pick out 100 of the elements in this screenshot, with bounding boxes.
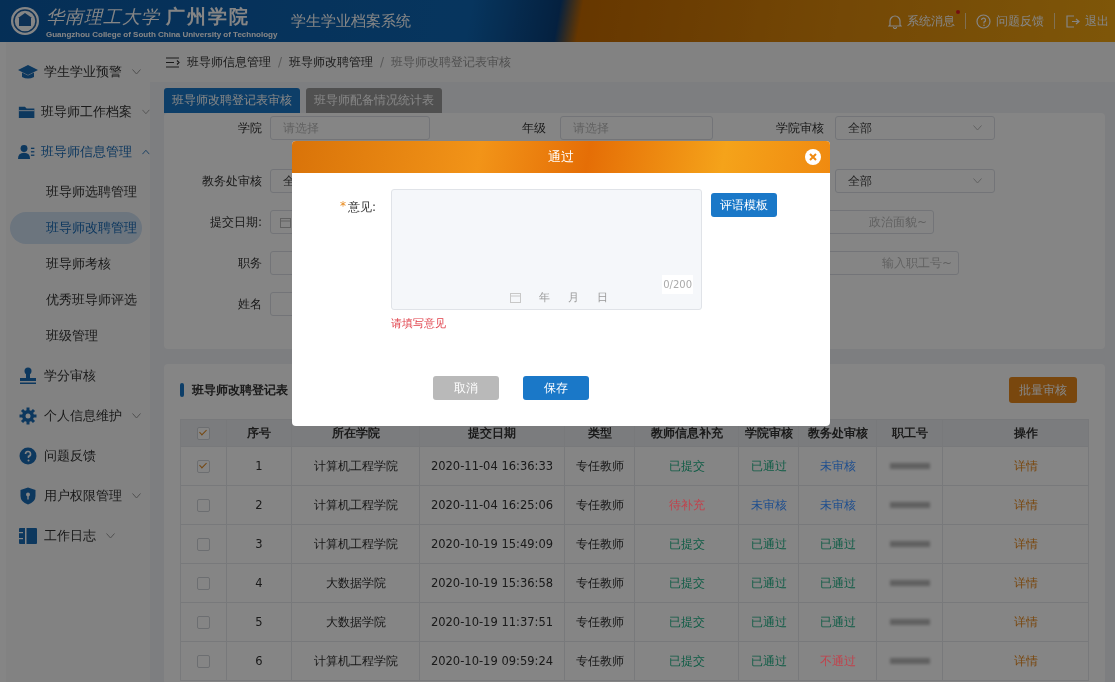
table-cell: 专任教师	[575, 575, 624, 591]
question-icon	[18, 447, 38, 465]
school-english-name: Guangzhou College of South China University of Technology	[46, 29, 278, 39]
table-cell: 大数据学院	[325, 614, 386, 630]
status-text: 未审核	[819, 497, 856, 513]
row-checkbox[interactable]	[197, 615, 210, 629]
select-field[interactable]: 全部	[835, 116, 995, 140]
detail-link[interactable]: 详情	[1013, 653, 1038, 669]
breadcrumb-separator: /	[380, 55, 385, 69]
header-link[interactable]: 退出	[1065, 12, 1109, 30]
table-cell: 1	[255, 459, 263, 473]
row-checkbox[interactable]	[197, 498, 210, 512]
table-cell: 大数据学院	[325, 575, 386, 591]
sidebar-item[interactable]: 班导师信息管理	[6, 132, 150, 172]
header-link[interactable]: 系统消息	[888, 12, 955, 30]
filter-label: 教务处审核	[202, 173, 262, 190]
breadcrumb-link[interactable]: 班导师改聘管理	[289, 53, 374, 71]
status-text: 已通过	[750, 458, 787, 474]
date-unit-text: 日	[597, 290, 608, 305]
status-text: 已通过	[750, 575, 787, 591]
select-field[interactable]: 全部	[835, 169, 995, 193]
cap-icon	[18, 63, 38, 81]
save-button[interactable]: 保存	[523, 376, 589, 400]
sidebar-subitem[interactable]: 班级管理	[10, 320, 142, 352]
sidebar-subitem[interactable]: 优秀班导师评选	[10, 284, 142, 316]
status-text: 已提交	[668, 653, 705, 669]
status-text: 已提交	[668, 458, 705, 474]
sidebar-item[interactable]: 个人信息维护	[6, 396, 150, 436]
row-checkbox[interactable]	[197, 459, 210, 473]
row-checkbox[interactable]	[197, 576, 210, 590]
school-name: 广州学院	[166, 3, 250, 29]
sidebar-item[interactable]: 用户权限管理	[6, 476, 150, 516]
row-checkbox[interactable]	[197, 537, 210, 551]
table-cell: 2020-10-19 09:59:24	[430, 654, 554, 668]
header-link[interactable]: 问题反馈	[976, 12, 1044, 30]
row-checkbox[interactable]	[197, 654, 210, 668]
char-counter: 0/200	[662, 275, 693, 294]
table-cell: 2020-11-04 16:36:33	[430, 459, 554, 473]
field-label: * 意见:	[340, 199, 378, 216]
column-header: 所在学院	[331, 425, 380, 441]
sidebar-subitem[interactable]: 班导师考核	[10, 248, 142, 280]
cancel-button[interactable]: 取消	[433, 376, 499, 400]
status-text: 已通过	[819, 575, 856, 591]
breadcrumb-link[interactable]: 班导师信息管理	[187, 53, 271, 71]
table-cell: 计算机工程学院	[313, 458, 398, 474]
log-icon	[18, 527, 38, 545]
table-cell: 3	[255, 537, 263, 551]
opinion-field[interactable]: 年 月 日 0/200	[391, 189, 702, 310]
error-message: 请填写意见	[391, 316, 447, 331]
status-text: 已提交	[668, 536, 705, 552]
table-cell: 2020-10-19 15:49:09	[430, 537, 554, 551]
status-text: 已通过	[750, 614, 787, 630]
filter-label: 学院审核	[776, 120, 824, 137]
table-cell: 2020-10-19 15:36:58	[430, 576, 554, 590]
sidebar-subitem[interactable]: 班导师选聘管理	[10, 176, 142, 208]
table-cell: 5	[255, 615, 263, 629]
column-header: 操作	[1013, 425, 1038, 441]
system-title: 学生学业档案系统	[291, 11, 412, 31]
redacted-id	[889, 502, 930, 508]
sidebar-item[interactable]: 学生学业预警	[6, 52, 150, 92]
detail-link[interactable]: 详情	[1013, 575, 1038, 591]
sidebar-item[interactable]: 工作日志	[6, 516, 150, 556]
stamp-icon	[18, 367, 38, 385]
filter-label: 姓名	[238, 296, 262, 313]
close-icon[interactable]	[805, 149, 821, 165]
redacted-id	[889, 580, 930, 586]
table-cell: 2	[255, 498, 263, 512]
person-list-icon	[18, 143, 36, 161]
detail-link[interactable]: 详情	[1013, 536, 1038, 552]
status-text: 已通过	[819, 614, 856, 630]
tab[interactable]: 班导师改聘登记表审核	[164, 88, 300, 113]
emblem-icon	[10, 6, 40, 36]
sidebar-item[interactable]: 学分审核	[6, 356, 150, 396]
date-unit-text: 年	[539, 290, 550, 305]
help-icon	[976, 13, 991, 29]
table-cell: 专任教师	[575, 497, 624, 513]
sidebar-item[interactable]: 问题反馈	[6, 436, 150, 476]
date-unit-text: 月	[568, 290, 579, 305]
column-header: 职工号	[891, 425, 928, 441]
redacted-id	[889, 619, 930, 625]
table-cell: 专任教师	[575, 458, 624, 474]
batch-review-button[interactable]: 批量审核	[1009, 377, 1077, 403]
column-header: 教师信息补充	[650, 425, 723, 441]
sidebar-item[interactable]: 班导师工作档案	[6, 92, 150, 132]
sidebar-subitem[interactable]: 班导师改聘管理	[10, 212, 142, 244]
detail-link[interactable]: 详情	[1013, 497, 1038, 513]
column-header: 提交日期	[468, 425, 516, 441]
table-cell: 计算机工程学院	[313, 536, 398, 552]
status-text: 待补充	[668, 497, 705, 513]
table-cell: 专任教师	[575, 536, 624, 552]
select-all-checkbox[interactable]	[197, 426, 210, 440]
filter-label: 提交日期:	[209, 214, 262, 231]
detail-link[interactable]: 详情	[1013, 458, 1038, 474]
detail-link[interactable]: 详情	[1013, 614, 1038, 630]
template-button[interactable]: 评语模板	[711, 193, 777, 217]
logout-icon	[1065, 13, 1080, 29]
breadcrumb-separator: /	[278, 55, 283, 69]
menu-fold-icon	[166, 56, 180, 68]
table-cell: 6	[255, 654, 263, 668]
column-header: 教务处审核	[807, 425, 868, 441]
